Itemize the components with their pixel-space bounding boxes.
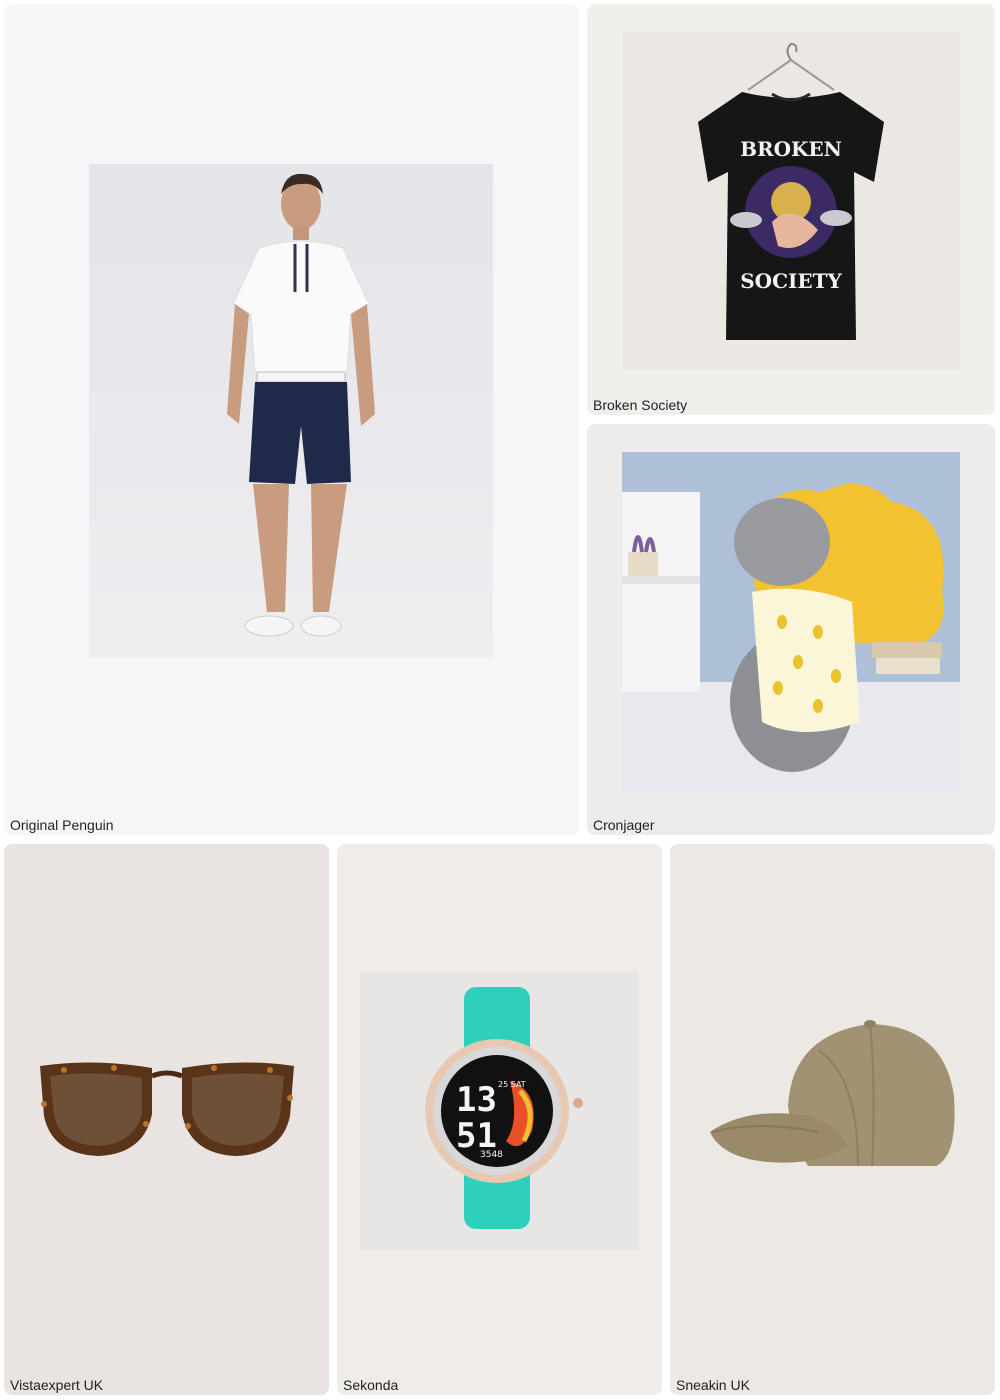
polo-shirt-model-image	[89, 164, 493, 658]
brand-label: Vistaexpert UK	[10, 1377, 104, 1393]
watch-steps: 3548	[480, 1150, 503, 1160]
brand-label: Sneakin UK	[676, 1377, 750, 1393]
black-graphic-tshirt-image: BROKEN SOCIETY	[622, 32, 960, 370]
product-card-cronjager[interactable]: Cronjager	[587, 424, 995, 835]
product-card-sneakin-uk[interactable]: Sneakin UK	[670, 844, 995, 1395]
product-card-vistaexpert-uk[interactable]: Vistaexpert UK	[4, 844, 329, 1395]
smartwatch-image: 13 51 25 SAT 3548	[360, 971, 639, 1250]
tshirt-print-bottom: SOCIETY	[740, 269, 842, 293]
product-card-sekonda[interactable]: 13 51 25 SAT 3548 Sekonda	[337, 844, 662, 1395]
brand-label: Original Penguin	[10, 817, 114, 833]
sunglasses-image	[34, 1054, 300, 1164]
tshirt-print-top: BROKEN	[740, 137, 842, 161]
baseball-cap-image	[708, 1016, 958, 1196]
watch-date: 25 SAT	[498, 1080, 526, 1089]
dog-lemon-shirt-image	[622, 452, 960, 790]
brand-label: Sekonda	[343, 1377, 399, 1393]
brand-label: Broken Society	[593, 397, 688, 413]
product-card-original-penguin[interactable]: Original Penguin	[4, 4, 579, 835]
watch-hour: 13	[456, 1080, 497, 1120]
product-card-broken-society[interactable]: BROKEN SOCIETY Broken Society	[587, 4, 995, 415]
brand-label: Cronjager	[593, 817, 655, 833]
